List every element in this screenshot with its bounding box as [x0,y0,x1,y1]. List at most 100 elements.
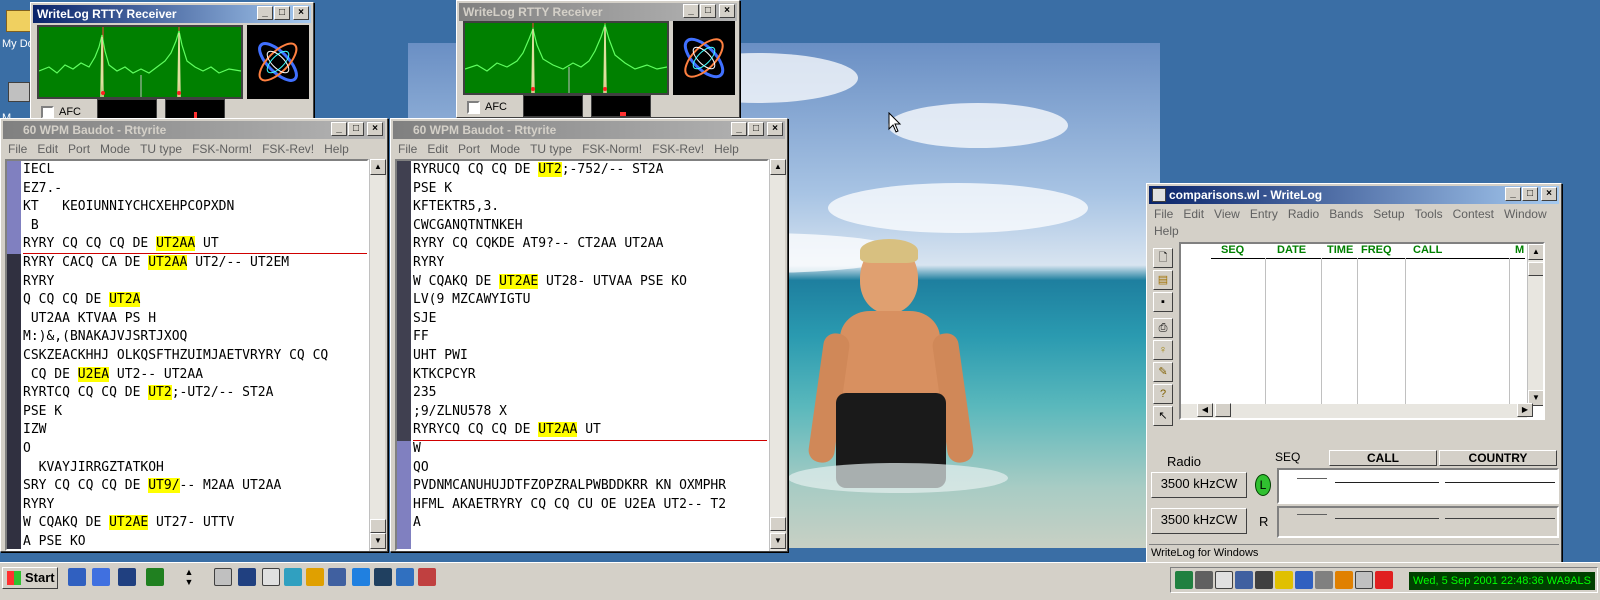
open-folder-icon[interactable]: ▤ [1153,270,1173,290]
callsign-highlight[interactable]: UT2AA [156,236,196,252]
minimize-icon[interactable]: _ [731,122,747,136]
menu-tools[interactable]: Tools [1410,205,1448,223]
menu-fsk-norm[interactable]: FSK-Norm! [577,140,647,158]
vertical-scrollbar[interactable]: ▲ ▼ [769,159,786,551]
entry-seq-field[interactable] [1297,514,1327,515]
minimize-icon[interactable]: _ [331,122,347,136]
close-icon[interactable]: × [719,4,735,18]
log-horizontal-scrollbar[interactable]: ◀ ▶ [1181,403,1533,418]
callsign-highlight[interactable]: UT2AE [499,273,539,289]
radio2-frequency-button[interactable]: 3500 kHzCW [1151,508,1247,534]
entry-seq-field[interactable] [1297,478,1327,479]
country-header[interactable]: COUNTRY [1439,450,1557,466]
clock-display[interactable]: Wed, 5 Sep 2001 22:48:36 WA9ALS [1409,572,1595,590]
taskbar-app-icon[interactable] [284,568,302,586]
minimize-icon[interactable]: _ [1505,187,1521,201]
menu-file[interactable]: File [393,140,422,158]
callsign-highlight[interactable]: UT2AE [109,515,149,531]
hscroll-thumb[interactable] [1215,403,1231,417]
tray-icon[interactable] [1195,571,1213,589]
minimize-icon[interactable]: _ [683,4,699,18]
callsign-highlight[interactable]: UT2AA [148,254,188,270]
maximize-icon[interactable]: □ [748,122,764,136]
scroll-thumb[interactable] [370,519,386,533]
pencil-icon[interactable]: ✎ [1153,362,1173,382]
menu-file[interactable]: File [3,140,32,158]
close-icon[interactable]: × [1541,187,1557,201]
menu-edit[interactable]: Edit [1178,205,1209,223]
taskbar-app-icon[interactable] [374,568,392,586]
tray-icon[interactable] [1295,571,1313,589]
callsign-highlight[interactable]: UT9/ [148,478,180,494]
col-seq[interactable]: SEQ [1221,244,1244,256]
tray-icon[interactable] [1255,571,1273,589]
entry-country-field[interactable] [1445,518,1555,519]
quicklaunch-icon-3[interactable] [118,568,136,586]
menu-mode[interactable]: Mode [95,140,135,158]
taskbar-app-icon[interactable] [352,568,370,586]
scroll-thumb[interactable] [770,517,786,531]
help-icon[interactable]: ? [1153,384,1173,404]
scroll-up-icon[interactable]: ▲ [370,159,386,175]
vertical-scrollbar[interactable]: ▲ ▼ [369,159,386,551]
radio1-frequency-button[interactable]: 3500 kHzCW [1151,472,1247,498]
scroll-down-icon[interactable]: ▼ [770,533,786,549]
context-help-icon[interactable]: ↖ [1153,406,1173,426]
window-title[interactable]: comparisons.wl - WriteLog [1149,186,1559,204]
taskbar-app-icon[interactable] [306,568,324,586]
scroll-up-icon[interactable]: ▲ [770,159,786,175]
window-title[interactable]: 60 WPM Baudot - Rttyrite [3,121,385,139]
tray-icon[interactable] [1315,571,1333,589]
lamp-icon[interactable]: ♀ [1153,340,1173,360]
taskbar-app-icon[interactable] [328,568,346,586]
scroll-right-icon[interactable]: ▶ [1517,403,1533,417]
print-icon[interactable]: ⎙ [1153,318,1173,338]
scroll-thumb[interactable] [1528,262,1543,276]
col-date[interactable]: DATE [1277,244,1306,256]
menu-mode[interactable]: Mode [485,140,525,158]
taskbar-app-icon[interactable] [262,568,280,586]
taskbar-app-icon[interactable] [418,568,436,586]
new-file-icon[interactable]: 🗋 [1153,248,1173,268]
radio1-entry-fields[interactable] [1277,468,1559,504]
menu-fsk-norm[interactable]: FSK-Norm! [187,140,257,158]
save-icon[interactable]: ▪ [1153,292,1173,312]
entry-call-field[interactable] [1335,518,1439,519]
menu-contest[interactable]: Contest [1448,205,1499,223]
quicklaunch-icon-4[interactable] [146,568,164,586]
rtty-receiver-window-1[interactable]: WriteLog RTTY Receiver _ □ × AFC [30,2,314,122]
maximize-icon[interactable]: □ [700,4,716,18]
scroll-up-icon[interactable]: ▲ [1528,244,1543,260]
callsign-highlight[interactable]: U2EA [77,366,110,382]
menu-edit[interactable]: Edit [32,140,63,158]
tray-icon[interactable] [1215,571,1233,589]
menu-fsk-rev[interactable]: FSK-Rev! [257,140,319,158]
tray-icon[interactable] [1175,571,1193,589]
menu-port[interactable]: Port [63,140,95,158]
rttyrite-window-1[interactable]: 60 WPM Baudot - Rttyrite _ □ × File Edit… [0,118,388,552]
col-call[interactable]: CALL [1413,244,1442,256]
receive-text-pane[interactable]: RYRUCQ CQ CQ DE UT2;-752/-- ST2A PSE K KFT… [395,159,769,551]
maximize-icon[interactable]: □ [274,6,290,20]
scroll-left-icon[interactable]: ◀ [1197,403,1213,417]
menu-setup[interactable]: Setup [1368,205,1409,223]
menu-tu-type[interactable]: TU type [135,140,187,158]
writelog-window[interactable]: comparisons.wl - WriteLog _ □ × File Edi… [1146,183,1562,563]
menu-window[interactable]: Window [1499,205,1552,223]
col-m[interactable]: M [1515,244,1524,256]
taskbar-app-icon[interactable] [214,568,232,586]
menu-tu-type[interactable]: TU type [525,140,577,158]
minimize-icon[interactable]: _ [257,6,273,20]
menu-file[interactable]: File [1149,205,1178,223]
maximize-icon[interactable]: □ [348,122,364,136]
quicklaunch-icon-1[interactable] [68,568,86,586]
menu-entry[interactable]: Entry [1245,205,1283,223]
menu-port[interactable]: Port [453,140,485,158]
window-title[interactable]: 60 WPM Baudot - Rttyrite [393,121,785,139]
callsign-highlight[interactable]: UT2AA [538,422,578,438]
tray-icon[interactable] [1235,571,1253,589]
start-button[interactable]: Start [2,567,58,589]
entry-call-field[interactable] [1335,482,1439,483]
call-header[interactable]: CALL [1329,450,1437,466]
menu-view[interactable]: View [1209,205,1245,223]
